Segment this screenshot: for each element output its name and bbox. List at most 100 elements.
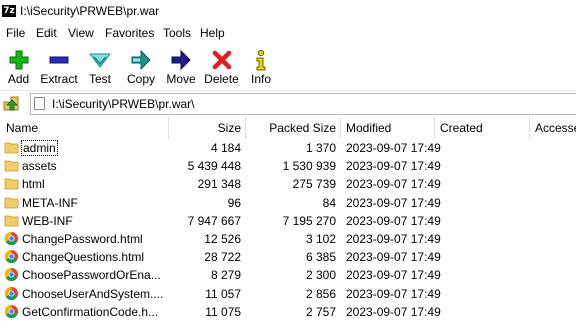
- list-item[interactable]: ChoosePasswordOrEna... 8 279 2 300 2023-…: [0, 266, 576, 284]
- copy-arrow-icon: [131, 49, 151, 71]
- list-item[interactable]: WEB-INF 7 947 667 7 195 270 2023-09-07 1…: [0, 212, 576, 230]
- column-header-created[interactable]: Created: [440, 121, 483, 135]
- file-modified: 2023-09-07 17:49: [346, 268, 441, 283]
- column-divider[interactable]: [340, 117, 341, 139]
- file-name: META-INF: [22, 195, 78, 210]
- list-item[interactable]: ChangePassword.html 12 526 3 102 2023-09…: [0, 230, 576, 248]
- folder-icon: [4, 142, 19, 154]
- move-arrow-icon: [171, 49, 191, 71]
- file-name: WEB-INF: [22, 213, 73, 228]
- minus-icon: [49, 56, 69, 64]
- delete-x-icon: [212, 50, 231, 70]
- menu-file[interactable]: File: [6, 26, 25, 40]
- file-name: ChooseUserAndSystem....: [22, 286, 164, 301]
- chrome-html-icon: [4, 304, 19, 318]
- menu-tools[interactable]: Tools: [163, 26, 191, 40]
- test-button[interactable]: Test: [81, 44, 119, 90]
- extract-button[interactable]: Extract: [38, 44, 80, 90]
- file-name: ChoosePasswordOrEna...: [22, 268, 161, 283]
- document-icon: [34, 97, 45, 110]
- window-title: I:\iSecurity\PRWEB\pr.war: [20, 4, 160, 18]
- column-header-size[interactable]: Size: [168, 121, 241, 135]
- file-packed-size: 3 102: [305, 231, 336, 246]
- file-packed-size: 84: [322, 195, 336, 210]
- file-size: 7 947 667: [187, 213, 241, 228]
- list-item[interactable]: ChangeQuestions.html 28 722 6 385 2023-0…: [0, 248, 576, 266]
- file-size: 8 279: [210, 268, 241, 283]
- move-button[interactable]: Move: [162, 44, 200, 90]
- file-packed-size: 2 300: [305, 268, 336, 283]
- delete-button[interactable]: Delete: [201, 44, 242, 90]
- folder-icon: [4, 160, 19, 172]
- file-name: ChangePassword.html: [22, 231, 143, 246]
- file-size: 5 439 448: [187, 159, 241, 174]
- menu-help[interactable]: Help: [200, 26, 225, 40]
- file-size: 12 526: [204, 231, 241, 246]
- copy-button[interactable]: Copy: [121, 44, 161, 90]
- file-packed-size: 6 385: [305, 250, 336, 265]
- folder-icon: [4, 178, 19, 190]
- file-size: 11 057: [205, 286, 241, 301]
- list-item[interactable]: assets 5 439 448 1 530 939 2023-09-07 17…: [0, 157, 576, 175]
- file-packed-size: 1 530 939: [282, 159, 336, 174]
- file-name: admin: [21, 140, 58, 156]
- file-size: 28 722: [204, 250, 241, 265]
- list-item[interactable]: admin 4 184 1 370 2023-09-07 17:49: [0, 139, 576, 157]
- file-name: GetConfirmationCode.h...: [22, 304, 159, 319]
- plus-icon: [9, 50, 28, 70]
- file-modified: 2023-09-07 17:49: [346, 159, 441, 174]
- file-name: assets: [22, 159, 57, 174]
- list-header: Name Size Packed Size Modified Created A…: [0, 117, 576, 139]
- chrome-html-icon: [4, 250, 19, 264]
- file-modified: 2023-09-07 17:49: [346, 304, 441, 319]
- title-bar: 7z I:\iSecurity\PRWEB\pr.war: [0, 0, 576, 22]
- address-bar: I:\iSecurity\PRWEB\pr.war\: [0, 90, 576, 118]
- file-name: ChangeQuestions.html: [22, 250, 145, 265]
- up-folder-icon[interactable]: [3, 95, 21, 113]
- add-button[interactable]: Add: [0, 44, 37, 90]
- file-packed-size: 275 739: [292, 177, 336, 192]
- file-modified: 2023-09-07 17:49: [346, 286, 441, 301]
- file-modified: 2023-09-07 17:49: [346, 177, 441, 192]
- column-header-accessed[interactable]: Accessed: [535, 121, 576, 135]
- menu-bar: File Edit View Favorites Tools Help: [0, 22, 576, 44]
- menu-view[interactable]: View: [68, 26, 94, 40]
- file-modified: 2023-09-07 17:49: [346, 195, 441, 210]
- list-item[interactable]: html 291 348 275 739 2023-09-07 17:49: [0, 175, 576, 193]
- file-size: 96: [227, 195, 241, 210]
- folder-icon: [4, 197, 19, 208]
- file-size: 291 348: [197, 177, 241, 192]
- info-icon: [256, 49, 266, 71]
- file-modified: 2023-09-07 17:49: [346, 141, 441, 155]
- list-item[interactable]: GetConfirmationCode.h... 11 075 2 757 20…: [0, 303, 576, 321]
- file-modified: 2023-09-07 17:49: [346, 231, 441, 246]
- file-modified: 2023-09-07 17:49: [346, 250, 441, 265]
- chrome-html-icon: [4, 286, 19, 300]
- column-header-modified[interactable]: Modified: [346, 121, 391, 135]
- file-size: 4 184: [210, 141, 241, 155]
- list-item[interactable]: META-INF 96 84 2023-09-07 17:49: [0, 194, 576, 212]
- info-button[interactable]: Info: [246, 44, 276, 90]
- folder-icon: [4, 215, 19, 227]
- file-modified: 2023-09-07 17:49: [346, 213, 441, 228]
- menu-edit[interactable]: Edit: [36, 26, 57, 40]
- file-size: 11 075: [205, 304, 241, 319]
- menu-favorites[interactable]: Favorites: [105, 26, 154, 40]
- check-icon: [89, 53, 111, 68]
- column-divider[interactable]: [434, 117, 435, 139]
- list-item[interactable]: ChooseUserAndSystem.... 11 057 2 856 202…: [0, 285, 576, 303]
- file-packed-size: 7 195 270: [282, 213, 336, 228]
- 7zip-app-icon: 7z: [2, 5, 16, 17]
- column-header-name[interactable]: Name: [6, 121, 38, 135]
- path-text: I:\iSecurity\PRWEB\pr.war\: [52, 97, 195, 111]
- file-packed-size: 1 370: [305, 141, 336, 155]
- chrome-html-icon: [4, 231, 19, 245]
- file-packed-size: 2 757: [305, 304, 336, 319]
- file-name: html: [22, 177, 45, 192]
- file-list: admin 4 184 1 370 2023-09-07 17:49 asset…: [0, 139, 576, 321]
- column-header-packed-size[interactable]: Packed Size: [245, 121, 336, 135]
- path-input[interactable]: I:\iSecurity\PRWEB\pr.war\: [30, 93, 576, 115]
- toolbar: Add Extract Test Copy Move Delete Info: [0, 44, 576, 90]
- chrome-html-icon: [4, 268, 19, 282]
- column-divider[interactable]: [529, 117, 530, 139]
